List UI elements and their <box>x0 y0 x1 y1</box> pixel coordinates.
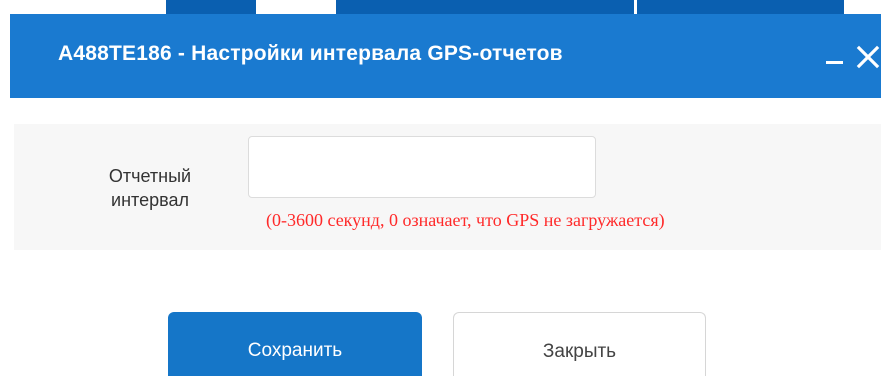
interval-hint: (0-3600 секунд, 0 означает, что GPS не з… <box>266 210 665 230</box>
dialog-title-bar: A488TE186 - Настройки интервала GPS-отче… <box>10 14 881 98</box>
form-panel: Отчетный интервал (0-3600 секунд, 0 озна… <box>14 124 881 250</box>
strip-segment <box>0 0 166 14</box>
minimize-icon <box>826 61 843 64</box>
save-button[interactable]: Сохранить <box>168 312 422 376</box>
strip-segment <box>336 0 418 14</box>
strip-segment <box>418 0 634 14</box>
interval-input[interactable] <box>248 136 596 198</box>
strip-divider <box>634 0 637 14</box>
strip-segment <box>256 0 336 14</box>
strip-segment <box>634 0 844 14</box>
minimize-button[interactable] <box>824 46 848 70</box>
interval-label: Отчетный интервал <box>108 166 192 210</box>
close-icon[interactable] <box>855 44 881 70</box>
close-button[interactable]: Закрыть <box>453 312 706 376</box>
background-window-strip <box>0 0 881 14</box>
strip-segment <box>166 0 256 14</box>
dialog-title: A488TE186 - Настройки интервала GPS-отче… <box>58 42 563 65</box>
